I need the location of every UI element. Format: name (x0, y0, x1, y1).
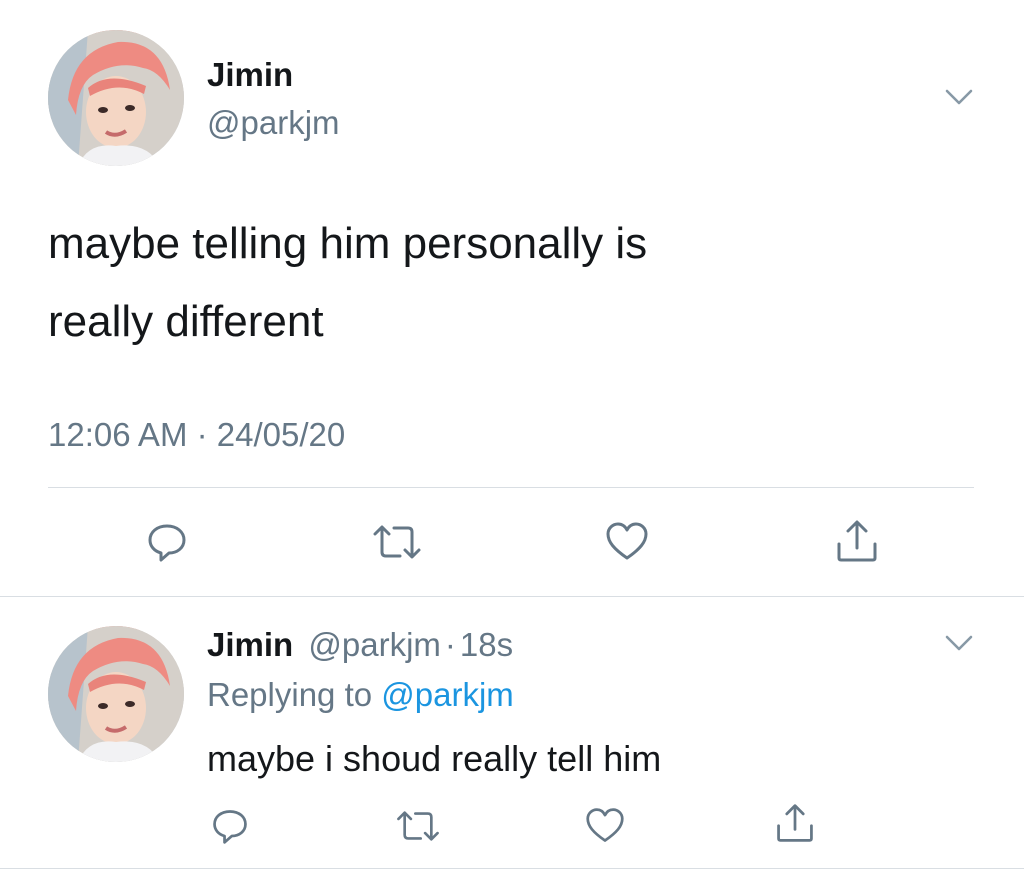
tweet-text-line-1: maybe telling him personally is (48, 219, 648, 268)
avatar[interactable] (48, 626, 184, 762)
avatar-photo (48, 30, 184, 166)
like-icon[interactable] (604, 520, 650, 564)
display-name[interactable]: Jimin (207, 56, 293, 94)
tweet-text: maybe i shoud really tell him (207, 738, 662, 779)
share-icon[interactable] (834, 518, 880, 564)
bottom-divider (0, 868, 1024, 869)
user-handle[interactable]: @parkjm (207, 104, 340, 142)
reply-header: Jimin @parkjm · 18s (207, 626, 513, 664)
tweet-text-line-2: really different (48, 297, 324, 346)
retweet-icon[interactable] (370, 520, 424, 564)
share-icon[interactable] (774, 802, 816, 844)
display-name[interactable]: Jimin (207, 626, 293, 663)
chevron-down-icon[interactable] (944, 86, 974, 108)
separator-dot: · (444, 626, 456, 663)
reply-icon[interactable] (210, 806, 250, 846)
replying-to: Replying to @parkjm (207, 676, 514, 714)
reply-icon[interactable] (145, 520, 189, 564)
tweet-timestamp[interactable]: 12:06 AM · 24/05/20 (48, 416, 345, 454)
divider (48, 487, 974, 488)
avatar-photo (48, 626, 184, 762)
avatar[interactable] (48, 30, 184, 166)
replying-to-label: Replying to (207, 676, 373, 713)
replying-to-handle[interactable]: @parkjm (381, 676, 514, 713)
user-handle[interactable]: @parkjm (308, 626, 441, 663)
like-icon[interactable] (584, 806, 626, 846)
retweet-icon[interactable] (394, 806, 442, 846)
chevron-down-icon[interactable] (944, 632, 974, 654)
tweet-age[interactable]: 18s (460, 626, 513, 663)
section-divider (0, 596, 1024, 597)
